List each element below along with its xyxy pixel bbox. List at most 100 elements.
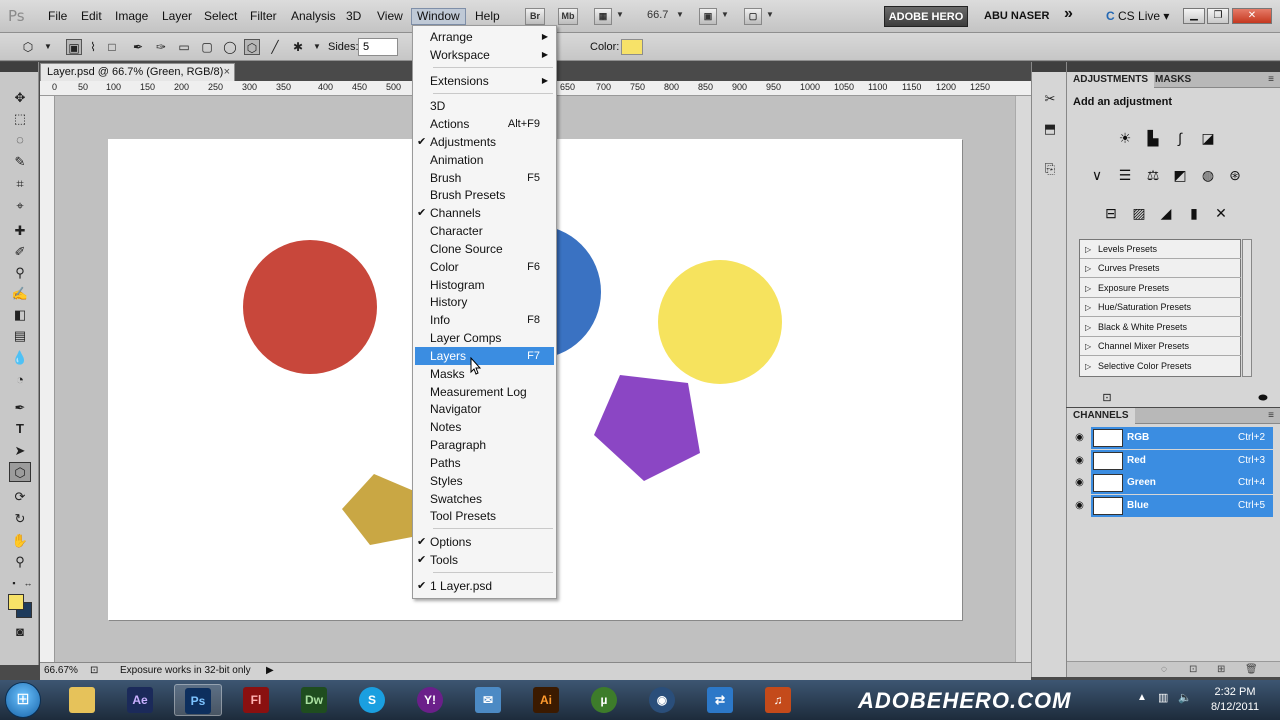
quick-mask-icon[interactable]: ◙	[10, 622, 30, 642]
presets-scrollbar[interactable]	[1242, 239, 1252, 377]
taskbar-illustrator[interactable]: Ai	[522, 684, 570, 716]
menu-item-swatches[interactable]: Swatches	[415, 490, 554, 508]
mini-bridge-button[interactable]: Mb	[558, 8, 578, 25]
view-extras-icon[interactable]: ▦	[594, 8, 612, 25]
shape-layers-icon[interactable]: ▣	[66, 39, 82, 55]
hand-tool-icon[interactable]: ✋	[10, 531, 30, 551]
clone-stamp-icon[interactable]: ⚲	[10, 263, 30, 283]
menu-item-character[interactable]: Character	[415, 222, 554, 240]
shape-tool-icon[interactable]: ⬡	[9, 462, 31, 482]
menu-item-tools[interactable]: ✔ Tools	[415, 551, 554, 569]
menu-item-info[interactable]: Info F8	[415, 311, 554, 329]
photo-filter-icon[interactable]: ◍	[1198, 165, 1218, 185]
3d-rotate-icon[interactable]: ⟳	[10, 487, 30, 507]
freeform-pen-icon[interactable]: ✑	[153, 39, 169, 55]
menu-analysis[interactable]: Analysis	[291, 9, 336, 23]
ellipse-tool-icon[interactable]: ◯	[222, 39, 238, 55]
workspace-adobe-hero-button[interactable]: ADOBE HERO	[884, 6, 968, 27]
vibrance-icon[interactable]: ∨	[1087, 165, 1107, 185]
panel-menu-icon[interactable]: ≡	[1268, 74, 1274, 85]
preset-levels[interactable]: ▷ Levels Presets	[1080, 240, 1241, 259]
preset-curves[interactable]: ▷ Curves Presets	[1080, 259, 1241, 278]
screen-mode-caret-icon[interactable]: ▼	[766, 10, 774, 19]
lasso-tool-icon[interactable]: ◌	[10, 130, 30, 150]
tab-masks[interactable]: MASKS	[1149, 72, 1197, 88]
geometry-options-caret-icon[interactable]: ▼	[309, 39, 325, 55]
preset-black-white[interactable]: ▷ Black & White Presets	[1080, 318, 1241, 337]
gold-pentagon[interactable]	[342, 474, 414, 545]
preset-channel-mixer[interactable]: ▷ Channel Mixer Presets	[1080, 337, 1241, 356]
exposure-icon[interactable]: ◪	[1198, 128, 1218, 148]
marquee-tool-icon[interactable]: ⬚	[10, 109, 30, 129]
tab-channels[interactable]: CHANNELS	[1067, 408, 1135, 424]
posterize-icon[interactable]: ▨	[1129, 203, 1149, 223]
menu-item-3d[interactable]: 3D	[415, 97, 554, 115]
menu-help[interactable]: Help	[475, 9, 500, 23]
menu-item-adjustments[interactable]: ✔ Adjustments	[415, 133, 554, 151]
quick-selection-icon[interactable]: ✎	[10, 152, 30, 172]
arrange-documents-icon[interactable]: ▣	[699, 8, 717, 25]
channel-row-body[interactable]: RGB Ctrl+2	[1091, 427, 1273, 449]
gradient-tool-icon[interactable]: ▤	[10, 326, 30, 346]
channel-row-body[interactable]: Green Ctrl+4	[1091, 472, 1273, 494]
menu-item-notes[interactable]: Notes	[415, 418, 554, 436]
menu-item-styles[interactable]: Styles	[415, 472, 554, 490]
bridge-button[interactable]: Br	[525, 8, 545, 25]
menu-view[interactable]: View	[377, 9, 403, 23]
show-hidden-icons-icon[interactable]: ▲	[1137, 692, 1147, 703]
history-brush-icon[interactable]: ✍	[10, 284, 30, 304]
clip-to-layer-icon[interactable]: ⬬	[1253, 388, 1273, 408]
zoom-tool-icon[interactable]: ⚲	[10, 552, 30, 572]
fill-pixels-icon[interactable]: □	[104, 39, 120, 55]
menu-item-layers[interactable]: Layers F7	[415, 347, 554, 365]
status-zoom[interactable]: 66.67%	[44, 663, 78, 679]
channel-mixer-icon[interactable]: ⊛	[1225, 165, 1245, 185]
tools-panel-icon[interactable]: ✂	[1041, 90, 1059, 108]
taskbar-skype[interactable]: S	[348, 684, 396, 716]
taskbar-photoshop[interactable]: Ps	[174, 684, 222, 716]
brightness-icon[interactable]: ☀	[1115, 128, 1135, 148]
menu-item-arrange[interactable]: Arrange ▶	[415, 28, 554, 46]
save-selection-icon[interactable]: ⊡	[1189, 664, 1197, 675]
taskbar-windows-live[interactable]: ✉	[464, 684, 512, 716]
menu-select[interactable]: Select	[204, 9, 237, 23]
visibility-eye-icon[interactable]: ◉	[1073, 455, 1086, 466]
menu-image[interactable]: Image	[115, 9, 148, 23]
visibility-eye-icon[interactable]: ◉	[1073, 432, 1086, 443]
taskbar-utorrent[interactable]: µ	[580, 684, 628, 716]
minimize-button[interactable]: ▁	[1183, 8, 1205, 24]
menu-edit[interactable]: Edit	[81, 9, 102, 23]
polygon-tool-icon[interactable]: ⬡	[244, 39, 260, 55]
pen-tool-icon[interactable]: ✒	[130, 39, 146, 55]
workspace-abu-naser[interactable]: ABU NASER	[984, 10, 1049, 22]
preset-selective-color[interactable]: ▷ Selective Color Presets	[1080, 357, 1241, 376]
menu-item-brush[interactable]: Brush F5	[415, 169, 554, 187]
type-tool-icon[interactable]: T	[10, 419, 30, 439]
preset-exposure[interactable]: ▷ Exposure Presets	[1080, 279, 1241, 298]
spot-healing-icon[interactable]: ✚	[10, 221, 30, 241]
menu-item-paragraph[interactable]: Paragraph	[415, 436, 554, 454]
status-arrow-icon[interactable]: ▶	[266, 663, 274, 679]
menu-item-color[interactable]: Color F6	[415, 258, 554, 276]
yellow-circle[interactable]	[658, 260, 782, 384]
taskbar-music[interactable]: ♫	[754, 684, 802, 716]
brush-tool-icon[interactable]: ✐	[10, 242, 30, 262]
channel-row-red[interactable]: ◉ Red Ctrl+3	[1067, 450, 1280, 472]
vertical-scrollbar[interactable]	[1015, 96, 1031, 665]
menu-item-history[interactable]: History	[415, 293, 554, 311]
custom-shape-icon[interactable]: ✱	[290, 39, 306, 55]
menu-item-open-document[interactable]: ✔ 1 Layer.psd	[415, 577, 554, 595]
menu-item-extensions[interactable]: Extensions ▶	[415, 72, 554, 90]
restore-button[interactable]: ❐	[1207, 8, 1229, 24]
menu-item-channels[interactable]: ✔ Channels	[415, 204, 554, 222]
menu-item-masks[interactable]: Masks	[415, 365, 554, 383]
menu-item-actions[interactable]: Actions Alt+F9	[415, 115, 554, 133]
document-tab[interactable]: Layer.psd @ 66.7% (Green, RGB/8) ×	[40, 63, 235, 81]
return-to-list-icon[interactable]: ⊡	[1097, 388, 1117, 408]
close-button[interactable]: ✕	[1232, 8, 1272, 24]
curves-icon[interactable]: ∫	[1170, 128, 1190, 148]
blur-tool-icon[interactable]: 💧	[10, 348, 30, 368]
black-white-icon[interactable]: ◩	[1170, 165, 1190, 185]
preset-caret-icon[interactable]: ▼	[40, 39, 56, 55]
gradient-map-icon[interactable]: ▮	[1184, 203, 1204, 223]
